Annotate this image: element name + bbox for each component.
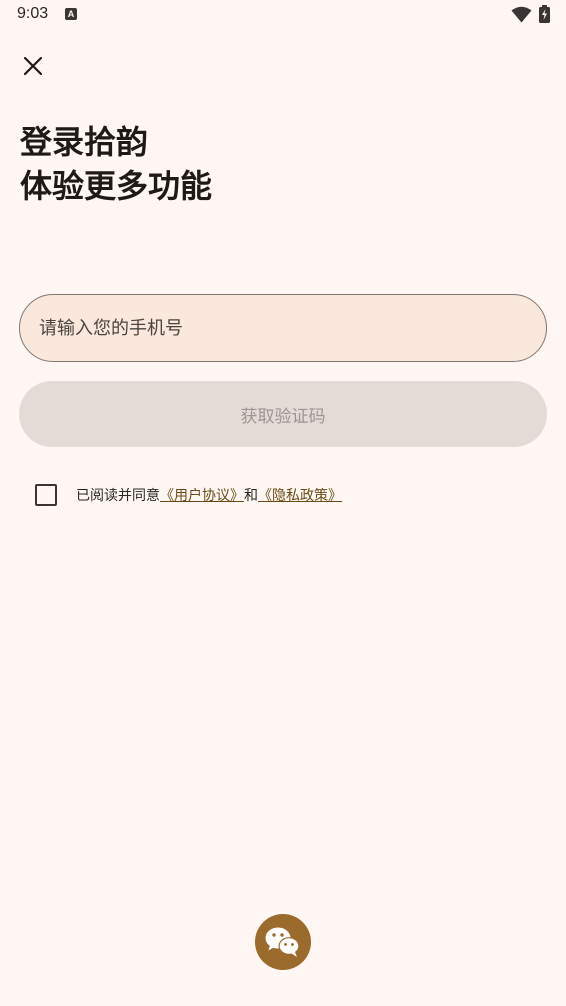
close-button[interactable]: [16, 49, 50, 83]
page-title: 登录拾韵 体验更多功能: [20, 120, 212, 208]
user-agreement-link[interactable]: 《用户协议》: [160, 485, 244, 505]
close-icon: [24, 57, 42, 75]
wifi-icon: [511, 6, 532, 23]
privacy-policy-link[interactable]: 《隐私政策》: [258, 485, 342, 505]
agreement-conjunction: 和: [244, 488, 258, 504]
agreement-checkbox[interactable]: [35, 484, 57, 506]
title-line-1: 登录拾韵: [20, 123, 149, 161]
wechat-login-button[interactable]: [255, 914, 311, 970]
get-code-button[interactable]: 获取验证码: [19, 381, 547, 447]
agreement-row: 已阅读并同意 《用户协议》 和 《隐私政策》: [35, 482, 342, 508]
wechat-icon: [265, 927, 300, 957]
title-line-2: 体验更多功能: [20, 167, 213, 205]
status-bar: 9:03 A: [0, 0, 566, 30]
phone-input[interactable]: [19, 294, 547, 362]
a-badge-icon: A: [65, 8, 77, 20]
battery-charging-icon: [539, 5, 550, 23]
status-time: 9:03: [17, 5, 49, 22]
agreement-prefix: 已阅读并同意: [76, 488, 160, 504]
